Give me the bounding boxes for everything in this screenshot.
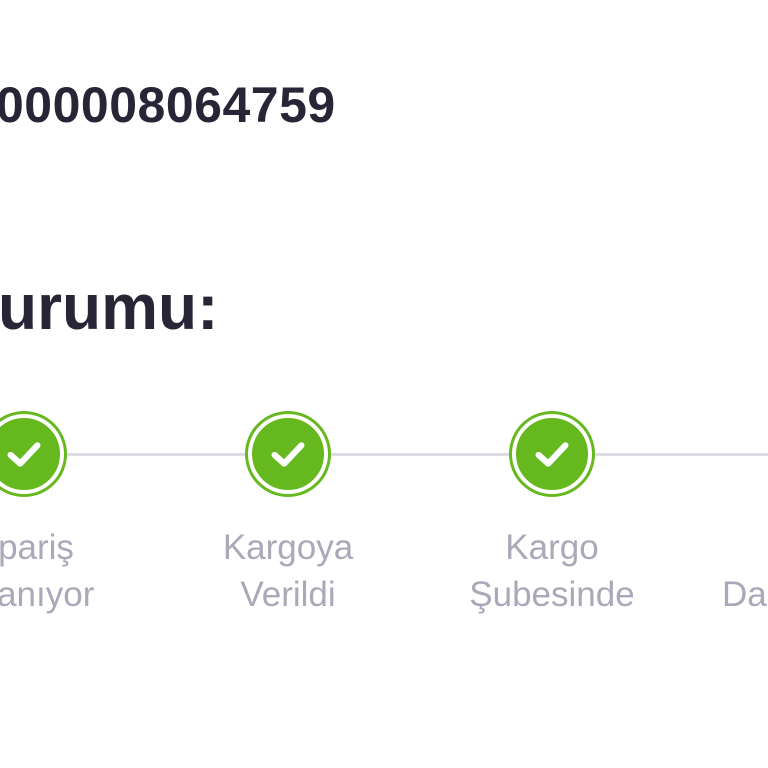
step-3-label-line2: Şubesinde	[469, 575, 635, 614]
step-4-label-line1	[722, 524, 768, 571]
step-3-label-line1: Kargo	[505, 528, 599, 567]
step-1-label: pariş rlanıyor	[0, 524, 166, 618]
progress-track	[0, 453, 768, 456]
step-2-label-line1: Kargoya	[222, 528, 354, 567]
step-2-label-line2: Verildi	[240, 575, 336, 614]
step-2-check-icon	[248, 414, 328, 494]
step-1-check-icon	[0, 414, 64, 494]
status-title: urumu:	[0, 271, 219, 343]
step-3-label: Kargo Şubesinde	[422, 524, 682, 618]
step-3-check-icon	[512, 414, 592, 494]
step-4-label: Da	[722, 524, 768, 618]
check-icon	[271, 442, 305, 467]
step-1-label-line2: rlanıyor	[0, 575, 95, 614]
check-icon	[7, 442, 41, 467]
order-tracking-page: 000008064759 urumu: pariş rlanıyor Kargo…	[0, 0, 768, 768]
step-1-label-line1: pariş	[0, 528, 74, 567]
step-4-label-line2: Da	[722, 575, 767, 614]
step-2-label: Kargoya Verildi	[158, 524, 418, 618]
check-icon	[535, 442, 569, 467]
order-number: 000008064759	[0, 77, 336, 133]
